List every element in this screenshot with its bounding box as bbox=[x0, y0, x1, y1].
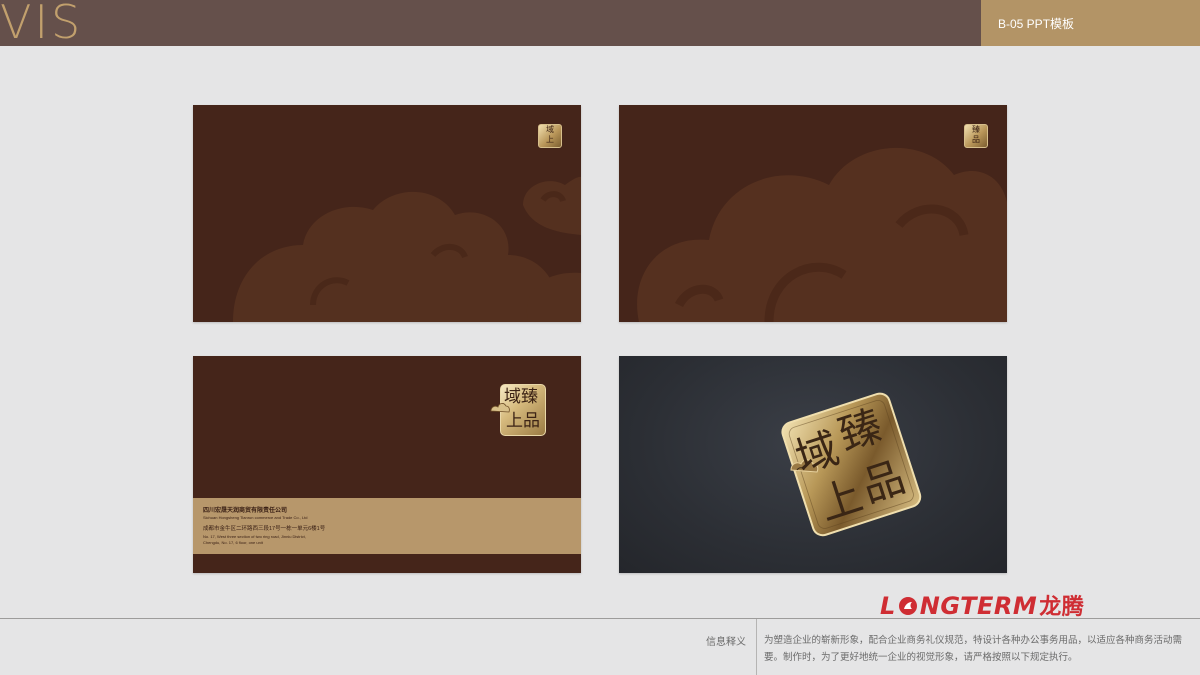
logo-char: 品 bbox=[523, 411, 540, 431]
company-info-band: 四川宏晟天润商贸有限责任公司 Sichuan Hongsheng Tianrun… bbox=[193, 498, 581, 554]
address-en-line2: Chengdu, No. 17, 6 floor, one unit bbox=[203, 540, 263, 545]
info-description: 为塑造企业的崭新形象，配合企业商务礼仪规范，特设计各种办公事务用品，以适应各种商… bbox=[764, 632, 1184, 666]
logo-char: 域 bbox=[546, 125, 554, 134]
cloud-pattern-large bbox=[637, 147, 1007, 322]
ppt-cover-mockup: 域 上 bbox=[193, 105, 581, 322]
brand-wordmark: L NGTERM龙腾 bbox=[880, 591, 1084, 621]
brand-latin-rest: NGTERM bbox=[919, 592, 1038, 620]
section-code-box: B-05 PPT模板 bbox=[981, 0, 1200, 46]
logo-char: 上 bbox=[546, 135, 554, 144]
company-name-en: Sichuan Hongsheng Tianrun commerce and T… bbox=[203, 515, 308, 520]
vis-title: VIS bbox=[0, 0, 84, 49]
dragon-seal-icon bbox=[898, 597, 917, 615]
brand-cn: 龙腾 bbox=[1039, 595, 1085, 620]
logo-char: 臻 bbox=[521, 387, 538, 407]
cloud-pattern bbox=[233, 176, 581, 322]
info-line-2: 要。制作时，为了更好地统一企业的视觉形象，请严格按照以下规定执行。 bbox=[764, 652, 1078, 663]
logo-char: 臻 bbox=[972, 125, 980, 134]
brand-logo-small: 域 上 bbox=[538, 124, 562, 148]
gold-foil-logo-mockup: 域 臻 上 品 bbox=[619, 356, 1007, 573]
info-label: 信息释义 bbox=[706, 637, 746, 648]
section-code: B-05 PPT模板 bbox=[998, 17, 1075, 31]
address-cn: 成都市金牛区二环路西三段17号一栋一单元6楼1号 bbox=[203, 526, 326, 532]
header-bar: VIS B-05 PPT模板 bbox=[0, 0, 1200, 49]
cloud-emblem-icon bbox=[490, 403, 510, 413]
brand-logo-small: 臻 品 bbox=[964, 124, 988, 148]
info-line-1: 为塑造企业的崭新形象，配合企业商务礼仪规范，特设计各种办公事务用品，以适应各种商… bbox=[764, 635, 1183, 646]
footer-divider-line bbox=[0, 618, 1200, 619]
ppt-content-mockup: 臻 品 bbox=[619, 105, 1007, 322]
logo-line-bottom: 上品 bbox=[506, 411, 540, 431]
brand-latin-l: L bbox=[880, 592, 896, 620]
logo-char: 品 bbox=[972, 135, 980, 144]
ppt-back-mockup: 域臻 上品 四川宏晟天润商贸有限责任公司 Sichuan Hongsheng T… bbox=[193, 356, 581, 573]
company-name-cn: 四川宏晟天润商贸有限责任公司 bbox=[203, 508, 288, 514]
address-en-line1: No. 17, West three section of two ring r… bbox=[203, 534, 306, 539]
footer-vertical-divider bbox=[756, 619, 757, 675]
